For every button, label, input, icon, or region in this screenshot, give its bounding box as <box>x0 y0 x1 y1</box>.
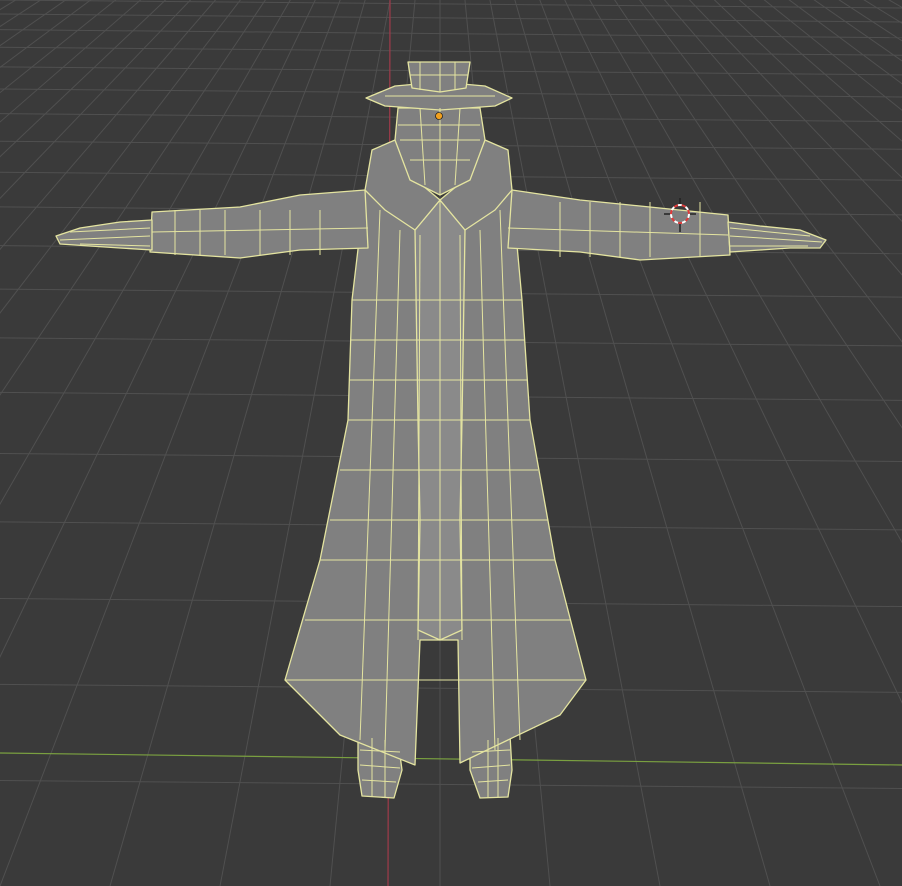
hat-crown[interactable] <box>407 61 471 93</box>
3d-viewport[interactable] <box>0 0 902 886</box>
object-origin <box>435 112 443 120</box>
